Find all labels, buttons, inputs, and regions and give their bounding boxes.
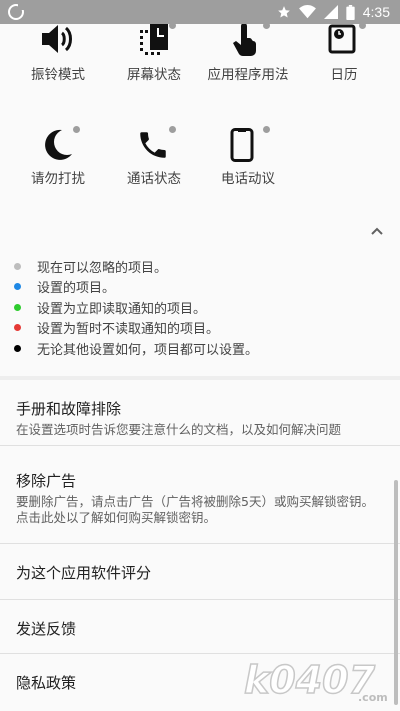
legend-text: 设置为暂时不读取通知的项目。	[37, 322, 220, 338]
legend-text: 现在可以忽略的项目。	[37, 260, 168, 276]
tile-call-state[interactable]: 通话状态	[104, 126, 204, 188]
tile-label: 应用程序用法	[207, 67, 289, 83]
status-dot	[359, 22, 366, 29]
legend-item: 设置的项目。	[14, 277, 258, 298]
status-dot	[263, 22, 270, 29]
tile-label: 通话状态	[127, 171, 181, 187]
tile-calendar[interactable]: 日历	[294, 22, 394, 84]
tile-label: 屏幕状态	[127, 67, 181, 83]
calendar-icon	[328, 24, 356, 54]
status-time: 4:35	[362, 4, 390, 20]
legend-text: 无论其他设置如何，项目都可以设置。	[37, 342, 259, 358]
moon-icon	[45, 129, 72, 160]
menu-item-send-feedback[interactable]: 发送反馈	[0, 600, 400, 654]
tile-label: 电话动议	[221, 171, 275, 187]
status-dot	[73, 126, 80, 133]
legend-dot	[14, 303, 21, 311]
tile-phone-motion[interactable]: 电话动议	[198, 126, 298, 188]
battery-icon	[346, 4, 355, 20]
tile-app-usage[interactable]: 应用程序用法	[198, 22, 298, 84]
watermark-text: k0407	[244, 658, 376, 702]
volume-icon	[42, 25, 72, 53]
menu-item-remove-ads[interactable]: 移除广告 要删除广告，请点击广告（广告将被删除5天）或购买解锁密钥。点击此处以了…	[0, 446, 400, 544]
legend-item: 设置为立即读取通知的项目。	[14, 297, 258, 318]
legend-dot	[14, 344, 21, 352]
menu-item-subtitle: 在设置选项时告诉您要注意什么的文档，以及如何解决问题	[16, 422, 342, 437]
legend-text: 设置的项目。	[37, 281, 116, 297]
menu-item-rate-app[interactable]: 为这个应用软件评分	[0, 544, 400, 600]
menu-item-subtitle: 要删除广告，请点击广告（广告将被删除5天）或购买解锁密钥。点击此处以了解如何购买…	[16, 494, 374, 525]
watermark-suffix: .com	[358, 691, 388, 704]
legend-dot	[14, 262, 21, 270]
menu-item-manual[interactable]: 手册和故障排除 在设置选项时告诉您要注意什么的文档，以及如何解决问题	[0, 380, 400, 446]
smartphone-icon	[230, 128, 254, 162]
status-dot	[169, 126, 176, 133]
phone-icon	[140, 132, 166, 158]
touch-icon	[233, 24, 256, 56]
color-legend: 现在可以忽略的项目。 设置的项目。 设置为立即读取通知的项目。 设置为暂时不读取…	[14, 256, 258, 359]
screen-state-icon	[140, 24, 168, 55]
legend-item: 无论其他设置如何，项目都可以设置。	[14, 338, 258, 359]
status-dot	[169, 22, 176, 29]
tile-label: 振铃模式	[31, 67, 85, 83]
watermark-logo: k0407 .com	[243, 657, 388, 704]
legend-text: 设置为立即读取通知的项目。	[37, 301, 207, 317]
menu-item-title: 手册和故障排除	[16, 400, 122, 418]
legend-item: 设置为暂时不读取通知的项目。	[14, 318, 258, 339]
legend-dot	[14, 283, 21, 291]
tile-ringer-mode[interactable]: 振铃模式	[8, 24, 108, 84]
legend-item: 现在可以忽略的项目。	[14, 256, 258, 277]
app-notification-icon	[8, 4, 24, 20]
menu-item-title: 移除广告	[16, 472, 77, 490]
tile-do-not-disturb[interactable]: 请勿打扰	[8, 126, 108, 188]
chevron-up-icon[interactable]	[370, 224, 384, 238]
menu-item-title: 发送反馈	[16, 620, 77, 638]
tile-label: 请勿打扰	[31, 171, 85, 187]
status-bar: 4:35	[0, 0, 400, 24]
status-dot	[263, 126, 270, 133]
menu-item-title: 为这个应用软件评分	[16, 564, 152, 582]
star-icon	[277, 6, 290, 18]
tile-label: 日历	[330, 67, 358, 83]
legend-dot	[14, 324, 21, 332]
tile-screen-state[interactable]: 屏幕状态	[104, 22, 204, 84]
wifi-icon	[298, 5, 316, 19]
signal-icon	[323, 5, 338, 19]
